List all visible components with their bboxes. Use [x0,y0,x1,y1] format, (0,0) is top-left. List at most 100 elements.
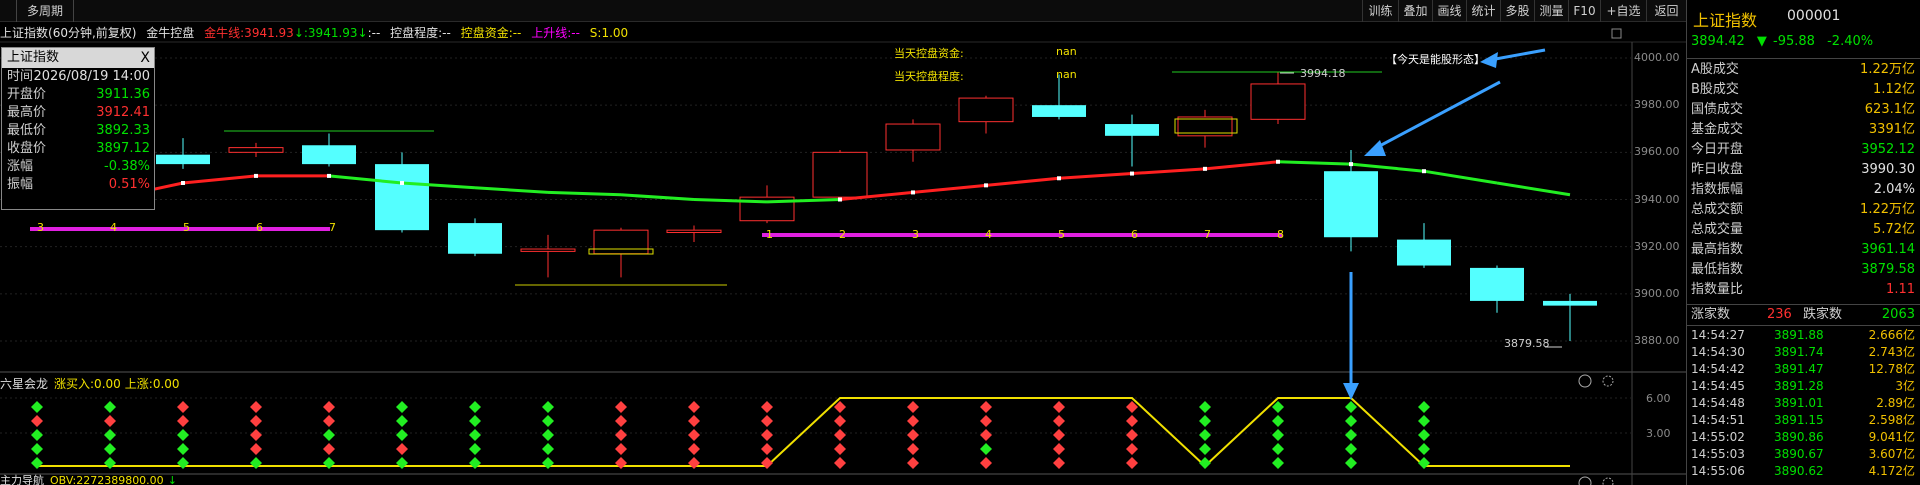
signal-diamond [396,443,408,455]
signal-diamond [323,401,335,413]
signal-diamond [615,401,627,413]
tick-row: 14:54:42 3891.47 12.78亿 [1687,361,1920,377]
stat-label: 最高指数 [1691,242,1744,257]
signal-diamond [1345,457,1357,469]
signal-diamond [177,443,189,455]
quote-stat-row: 指数振幅 2.04% [1687,180,1920,200]
bottom-indicator-name[interactable]: 主力导航 [0,474,44,485]
signal-diamond [615,457,627,469]
stat-label: 今日开盘 [1691,142,1744,157]
tick-row: 14:55:03 3890.67 3.607亿 [1687,446,1920,462]
signal-diamond [323,457,335,469]
signal-diamond [688,415,700,427]
stat-label: 基金成交 [1691,122,1744,137]
sub-indicator-name[interactable]: 六星会龙 [0,377,48,391]
signal-diamond [688,457,700,469]
wave-label: 4 [985,228,992,241]
tick-time: 14:55:02 [1691,430,1745,444]
quote-price: 3894.42 [1691,34,1745,49]
stat-label: 总成交额 [1691,202,1744,217]
tick-price: 3891.88 [1774,328,1824,342]
quote-code: 000001 [1787,8,1841,24]
candle-body [593,229,649,255]
tooltip-label: 开盘价 [7,87,47,102]
tooltip-title: 上证指数 [7,50,60,65]
up-count-label: 涨家数 [1691,307,1731,322]
tick-row: 14:55:02 3890.86 9.041亿 [1687,429,1920,445]
ma-dot [1349,162,1353,167]
stat-value: 3990.30 [1861,162,1915,177]
quote-title: 上证指数 [1693,11,1758,30]
stat-label: 指数振幅 [1691,182,1744,197]
tick-row: 14:54:51 3891.15 2.598亿 [1687,412,1920,428]
stat-label: 指数量比 [1691,282,1744,297]
tooltip-value: 0.51% [108,177,150,192]
candle-body [228,147,284,153]
ma-dot [1130,171,1134,176]
ma-dot [1203,166,1207,171]
wave-label: 2 [839,228,846,241]
expand-icon [1611,28,1622,39]
candle-body [1543,300,1597,306]
rise-value: 上涨:0.00 [124,377,180,391]
price-tick-label: 3960.00 [1634,145,1680,159]
tooltip-label: 收盘价 [7,141,47,156]
candle-body [1324,171,1378,238]
purple-wave-bar [30,227,330,231]
signal-diamond [1418,443,1430,455]
ma-dot [838,197,842,202]
signal-diamond [1126,457,1138,469]
tick-price: 3891.15 [1774,413,1824,427]
tick-row: 14:54:30 3891.74 2.743亿 [1687,344,1920,360]
ma-segment [985,176,1060,187]
tick-time: 14:54:30 [1691,345,1745,359]
ma-segment [912,183,987,194]
ma-dot [1276,159,1280,164]
candle-body [1470,267,1524,301]
signal-diamond [250,401,262,413]
price-tick-label: 3940.00 [1634,192,1680,206]
price-chart[interactable] [0,0,1686,485]
signal-diamond [1272,457,1284,469]
up-count: 236 [1767,307,1792,322]
price-tick-label: 3920.00 [1634,239,1680,253]
tick-volume: 12.78亿 [1868,362,1915,376]
ma-dot [181,180,185,185]
low-price-label: 3879.58 [1504,337,1550,350]
signal-diamond [1272,443,1284,455]
tick-volume: 2.666亿 [1868,328,1915,342]
ma-segment [1058,172,1133,180]
signal-diamond [1345,443,1357,455]
signal-diamond [1418,429,1430,441]
price-tick-label: 3900.00 [1634,286,1680,300]
signal-diamond [542,415,554,427]
tick-price: 3891.01 [1774,396,1824,410]
degree-value: nan [1056,68,1077,81]
tooltip-value: 3897.12 [96,141,150,156]
candle-body [1032,105,1086,117]
ma-segment [1350,162,1425,173]
wave-label: 5 [183,221,190,234]
signal-diamond [1199,457,1211,469]
signal-diamond [907,429,919,441]
price-tick-label: 3880.00 [1634,334,1680,347]
candle-body [156,154,210,165]
stat-label: 最低指数 [1691,262,1744,277]
close-icon[interactable]: X [140,48,150,68]
quote-panel: 上证指数 000001 3894.42 ▼ -95.88 -2.40% A股成交… [1686,0,1920,485]
stat-value: 1.22万亿 [1860,62,1915,77]
candle-body [1250,83,1306,120]
tooltip-value: 3912.41 [96,105,150,120]
wave-label: 1 [766,228,773,241]
quote-change: -95.88 [1773,34,1815,49]
price-tick-label: 3980.00 [1634,98,1680,112]
signal-diamond [469,443,481,455]
buy-value: 涨买入:0.00 [54,377,121,391]
signal-diamond [761,401,773,413]
tick-volume: 2.89亿 [1876,396,1915,410]
tooltip-label: 振幅 [7,177,34,192]
signal-diamond [469,401,481,413]
advance-decline-row: 涨家数 236 跌家数 2063 [1687,305,1920,325]
ma-segment [1277,160,1352,166]
tick-time: 14:55:06 [1691,464,1745,478]
